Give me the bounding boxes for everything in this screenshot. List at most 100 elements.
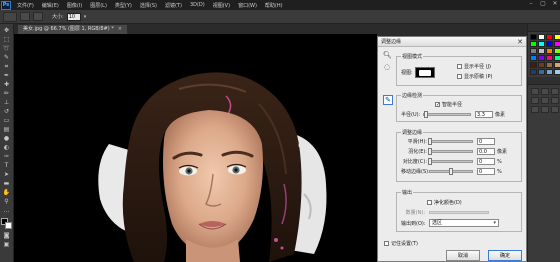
shift-edge-slider-handle[interactable] bbox=[449, 168, 453, 175]
hand-icon[interactable]: ◌ bbox=[383, 63, 391, 71]
menu-help[interactable]: 帮助(H) bbox=[261, 2, 287, 9]
ok-button[interactable]: 确定 bbox=[488, 250, 522, 261]
show-radius-row[interactable]: 显示半径 (J) bbox=[457, 63, 491, 70]
color-swatch[interactable] bbox=[546, 55, 553, 61]
remember-settings-row[interactable]: 记住设置(T) bbox=[384, 240, 418, 247]
color-swatch[interactable] bbox=[554, 41, 560, 47]
smart-radius-checkbox[interactable]: ✓ bbox=[435, 102, 440, 108]
color-swatch[interactable] bbox=[538, 48, 545, 54]
color-swatch[interactable] bbox=[538, 55, 545, 61]
shape-tool-icon[interactable]: ▬ bbox=[2, 180, 12, 187]
color-swatch[interactable] bbox=[546, 69, 553, 75]
color-swatch[interactable] bbox=[530, 48, 537, 54]
menu-view[interactable]: 视图(V) bbox=[209, 2, 234, 9]
vibrance-icon[interactable] bbox=[541, 97, 549, 104]
color-swatch[interactable] bbox=[530, 62, 537, 68]
smooth-slider-handle[interactable] bbox=[428, 138, 432, 145]
minimize-icon[interactable]: – bbox=[528, 1, 534, 7]
feather-value[interactable]: 0.0 bbox=[477, 148, 495, 155]
more-tools-icon[interactable]: … bbox=[2, 207, 12, 214]
hue-saturation-icon[interactable] bbox=[551, 97, 559, 104]
close-icon[interactable]: ✕ bbox=[552, 1, 558, 7]
clone-stamp-tool-icon[interactable]: ⊥ bbox=[2, 99, 12, 106]
quick-select-tool-icon[interactable]: ✎ bbox=[2, 54, 12, 61]
close-document-icon[interactable]: × bbox=[118, 26, 122, 32]
feather-slider-handle[interactable] bbox=[428, 148, 432, 155]
color-swatch[interactable] bbox=[530, 34, 537, 40]
refine-radius-brush-icon[interactable]: ✎ bbox=[383, 95, 393, 105]
radius-value[interactable]: 3.3 bbox=[475, 111, 493, 118]
smart-radius-row[interactable]: ✓ 智能半径 bbox=[435, 101, 462, 108]
remember-settings-checkbox[interactable] bbox=[384, 241, 389, 246]
menu-select[interactable]: 选择(S) bbox=[136, 2, 161, 9]
show-radius-checkbox[interactable] bbox=[457, 64, 462, 69]
cancel-button[interactable]: 取消 bbox=[446, 250, 480, 261]
restore-icon[interactable]: ▢ bbox=[540, 1, 546, 7]
view-mode-picker[interactable] bbox=[414, 67, 435, 78]
path-select-tool-icon[interactable]: ➤ bbox=[2, 171, 12, 178]
photo-filter-icon[interactable] bbox=[551, 106, 559, 113]
eraser-tool-icon[interactable]: ▭ bbox=[2, 117, 12, 124]
move-tool-icon[interactable]: ✥ bbox=[2, 27, 12, 34]
eyedropper-tool-icon[interactable]: ✒ bbox=[2, 72, 12, 79]
contrast-value[interactable]: 0 bbox=[477, 158, 495, 165]
brush-add-icon[interactable] bbox=[20, 12, 30, 21]
swatches-panel-tab[interactable] bbox=[528, 24, 560, 32]
curves-icon[interactable] bbox=[551, 88, 559, 95]
menu-type[interactable]: 类型(Y) bbox=[111, 2, 136, 9]
brightness-icon[interactable] bbox=[531, 88, 539, 95]
color-balance-icon[interactable] bbox=[531, 106, 539, 113]
color-swatch[interactable] bbox=[538, 41, 545, 47]
shift-edge-value[interactable]: 0 bbox=[477, 168, 495, 175]
color-swatch[interactable] bbox=[546, 41, 553, 47]
color-swatch[interactable] bbox=[554, 62, 560, 68]
gradient-tool-icon[interactable]: ▤ bbox=[2, 126, 12, 133]
color-swatches[interactable] bbox=[0, 218, 13, 230]
background-color[interactable] bbox=[4, 222, 12, 229]
contrast-slider[interactable] bbox=[428, 158, 473, 165]
color-swatch[interactable] bbox=[554, 69, 560, 75]
menu-3d[interactable]: 3D(D) bbox=[186, 2, 209, 8]
color-swatch[interactable] bbox=[554, 48, 560, 54]
show-original-row[interactable]: 显示原稿 (P) bbox=[457, 73, 493, 80]
marquee-tool-icon[interactable]: ⬚ bbox=[2, 36, 12, 43]
quick-mask-icon[interactable]: ◙ bbox=[2, 232, 12, 239]
color-swatch[interactable] bbox=[538, 62, 545, 68]
adjustments-panel-tab[interactable] bbox=[528, 77, 560, 85]
menu-image[interactable]: 图像(I) bbox=[63, 2, 86, 9]
crop-tool-icon[interactable]: ⌗ bbox=[2, 63, 12, 70]
document-tab[interactable]: 美女.jpg @ 66.7% (图层 1, RGB/8#) * × bbox=[18, 25, 127, 34]
color-swatch[interactable] bbox=[554, 55, 560, 61]
size-input[interactable]: 10 bbox=[66, 12, 81, 21]
zoom-icon[interactable]: 🔍︎ bbox=[383, 51, 392, 59]
output-to-dropdown[interactable]: 选区 bbox=[429, 219, 499, 227]
color-swatch[interactable] bbox=[546, 34, 553, 40]
black-white-icon[interactable] bbox=[541, 106, 549, 113]
levels-icon[interactable] bbox=[541, 88, 549, 95]
color-swatch[interactable] bbox=[530, 41, 537, 47]
history-brush-tool-icon[interactable]: ↺ bbox=[2, 108, 12, 115]
healing-brush-tool-icon[interactable]: ✚ bbox=[2, 81, 12, 88]
size-dropdown-icon[interactable]: ▾ bbox=[84, 14, 87, 20]
menu-window[interactable]: 窗口(W) bbox=[234, 2, 261, 9]
decontaminate-row[interactable]: 净化颜色(D) bbox=[427, 199, 462, 206]
color-swatch[interactable] bbox=[538, 34, 545, 40]
blur-tool-icon[interactable]: ● bbox=[2, 135, 12, 142]
color-swatch[interactable] bbox=[546, 48, 553, 54]
tool-preset-picker[interactable] bbox=[3, 11, 17, 22]
document-canvas[interactable] bbox=[14, 34, 377, 262]
screen-mode-icon[interactable]: ▣ bbox=[2, 241, 12, 248]
color-swatch[interactable] bbox=[538, 69, 545, 75]
radius-slider-handle[interactable] bbox=[424, 111, 429, 118]
pen-tool-icon[interactable]: ✑ bbox=[2, 153, 12, 160]
brush-subtract-icon[interactable] bbox=[33, 12, 43, 21]
color-swatch[interactable] bbox=[546, 62, 553, 68]
radius-slider[interactable] bbox=[423, 111, 471, 118]
show-original-checkbox[interactable] bbox=[457, 74, 462, 79]
menu-file[interactable]: 文件(F) bbox=[13, 2, 38, 9]
color-swatch[interactable] bbox=[530, 69, 537, 75]
color-swatch[interactable] bbox=[554, 34, 560, 40]
decontaminate-checkbox[interactable] bbox=[427, 200, 432, 205]
type-tool-icon[interactable]: T bbox=[2, 162, 12, 169]
menu-edit[interactable]: 编辑(E) bbox=[38, 2, 63, 9]
